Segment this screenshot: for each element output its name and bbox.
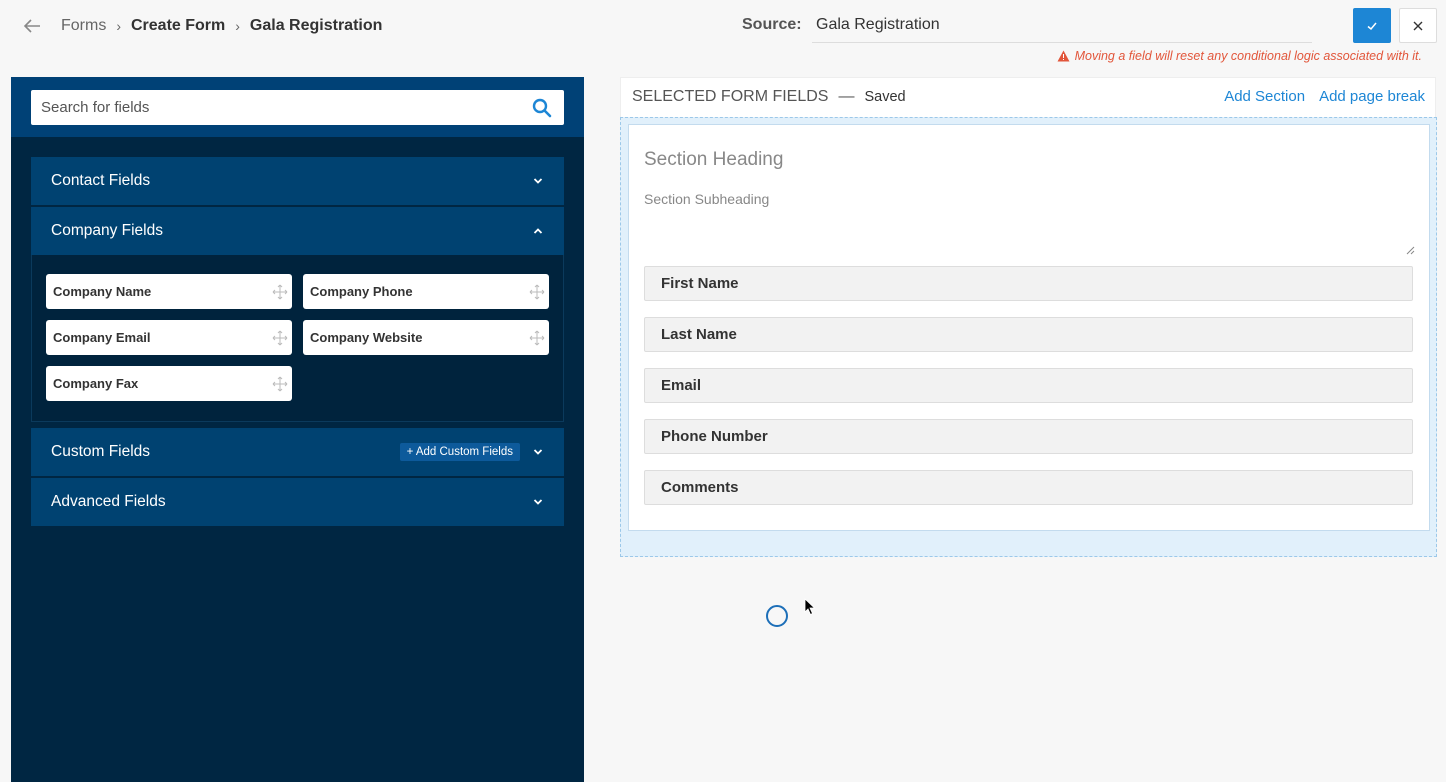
search-area xyxy=(11,77,584,137)
back-arrow-icon[interactable] xyxy=(20,14,44,38)
field-chip-company-email[interactable]: Company Email xyxy=(46,320,292,355)
move-icon[interactable] xyxy=(272,330,288,346)
warning-text: Moving a field will reset any conditiona… xyxy=(1074,49,1422,63)
company-fields-list: Company Name Company Phone Company Email… xyxy=(31,255,564,422)
field-chip-label: Company Fax xyxy=(53,376,139,391)
add-page-break-link[interactable]: Add page break xyxy=(1319,88,1425,105)
loading-spinner-icon xyxy=(766,605,788,627)
form-field-last-name[interactable]: Last Name xyxy=(644,317,1413,352)
close-button[interactable] xyxy=(1399,8,1437,43)
field-chip-company-phone[interactable]: Company Phone xyxy=(303,274,549,309)
accordion-header-company[interactable]: Company Fields xyxy=(31,207,564,255)
close-icon xyxy=(1413,21,1423,30)
mouse-cursor-icon xyxy=(804,598,816,616)
breadcrumb-create-form[interactable]: Create Form xyxy=(131,17,225,35)
field-chip-company-fax[interactable]: Company Fax xyxy=(46,366,292,401)
custom-actions: + Add Custom Fields xyxy=(399,443,544,461)
field-chip-company-name[interactable]: Company Name xyxy=(46,274,292,309)
breadcrumb-current: Gala Registration xyxy=(249,17,383,34)
add-custom-fields-button[interactable]: + Add Custom Fields xyxy=(399,443,520,461)
field-chip-label: Company Email xyxy=(53,330,151,345)
field-chip-company-website[interactable]: Company Website xyxy=(303,320,549,355)
search-icon[interactable] xyxy=(532,98,552,118)
move-icon[interactable] xyxy=(529,330,545,346)
chevron-up-icon xyxy=(533,228,543,234)
selected-fields-title-group: SELECTED FORM FIELDS — Saved xyxy=(632,88,906,106)
accordion-header-advanced[interactable]: Advanced Fields xyxy=(31,478,564,526)
confirm-button[interactable] xyxy=(1353,8,1391,43)
field-chip-label: Company Website xyxy=(310,330,423,345)
breadcrumb: Forms › Create Form › Gala Registration xyxy=(61,17,382,35)
accordion-contact-fields: Contact Fields xyxy=(31,157,564,205)
field-library-panel: Contact Fields Company Fields Company Na… xyxy=(11,77,584,782)
accordion-header-custom[interactable]: Custom Fields + Add Custom Fields xyxy=(31,428,564,476)
field-chip-label: Company Name xyxy=(53,284,152,299)
resize-handle-icon[interactable] xyxy=(1405,245,1415,255)
field-chip-label: Company Phone xyxy=(310,284,413,299)
form-section: Section Heading Section Subheading First… xyxy=(628,124,1430,531)
accordion-header-contact[interactable]: Contact Fields xyxy=(31,157,564,205)
move-icon[interactable] xyxy=(272,376,288,392)
search-box xyxy=(31,90,564,125)
warning-message: Moving a field will reset any conditiona… xyxy=(1057,49,1422,63)
chevron-down-icon xyxy=(533,178,543,184)
selected-fields-title: SELECTED FORM FIELDS xyxy=(632,88,829,105)
breadcrumb-forms[interactable]: Forms xyxy=(61,17,106,35)
move-icon[interactable] xyxy=(272,284,288,300)
section-heading[interactable]: Section Heading xyxy=(644,149,783,171)
source-label: Source: xyxy=(742,16,802,33)
warning-icon xyxy=(1057,50,1070,62)
accordion-title: Company Fields xyxy=(51,222,163,239)
section-subheading[interactable]: Section Subheading xyxy=(644,191,769,207)
accordion-advanced-fields: Advanced Fields xyxy=(31,478,564,526)
form-field-comments[interactable]: Comments xyxy=(644,470,1413,505)
form-drop-zone[interactable]: Section Heading Section Subheading First… xyxy=(620,117,1437,557)
accordion-company-fields: Company Fields Company Name Company Phon… xyxy=(31,207,564,422)
search-input[interactable] xyxy=(31,90,521,125)
move-icon[interactable] xyxy=(529,284,545,300)
form-field-email[interactable]: Email xyxy=(644,368,1413,403)
accordion-custom-fields: Custom Fields + Add Custom Fields xyxy=(31,428,564,476)
save-status: Saved xyxy=(864,89,906,105)
selected-fields-header: SELECTED FORM FIELDS — Saved Add Section… xyxy=(620,77,1436,117)
chevron-down-icon xyxy=(533,449,543,455)
chevron-down-icon xyxy=(533,499,543,505)
form-field-first-name[interactable]: First Name xyxy=(644,266,1413,301)
breadcrumb-separator-icon: › xyxy=(235,18,240,34)
accordion-title: Custom Fields xyxy=(51,443,151,460)
accordion-title: Advanced Fields xyxy=(51,493,166,510)
accordion-title: Contact Fields xyxy=(51,172,151,189)
source-input[interactable] xyxy=(812,8,1312,43)
breadcrumb-separator-icon: › xyxy=(116,18,121,34)
title-dash: — xyxy=(838,88,855,105)
check-icon xyxy=(1367,22,1377,30)
add-section-link[interactable]: Add Section xyxy=(1224,88,1305,105)
form-field-phone-number[interactable]: Phone Number xyxy=(644,419,1413,454)
section-actions: Add Section Add page break xyxy=(1224,88,1425,105)
